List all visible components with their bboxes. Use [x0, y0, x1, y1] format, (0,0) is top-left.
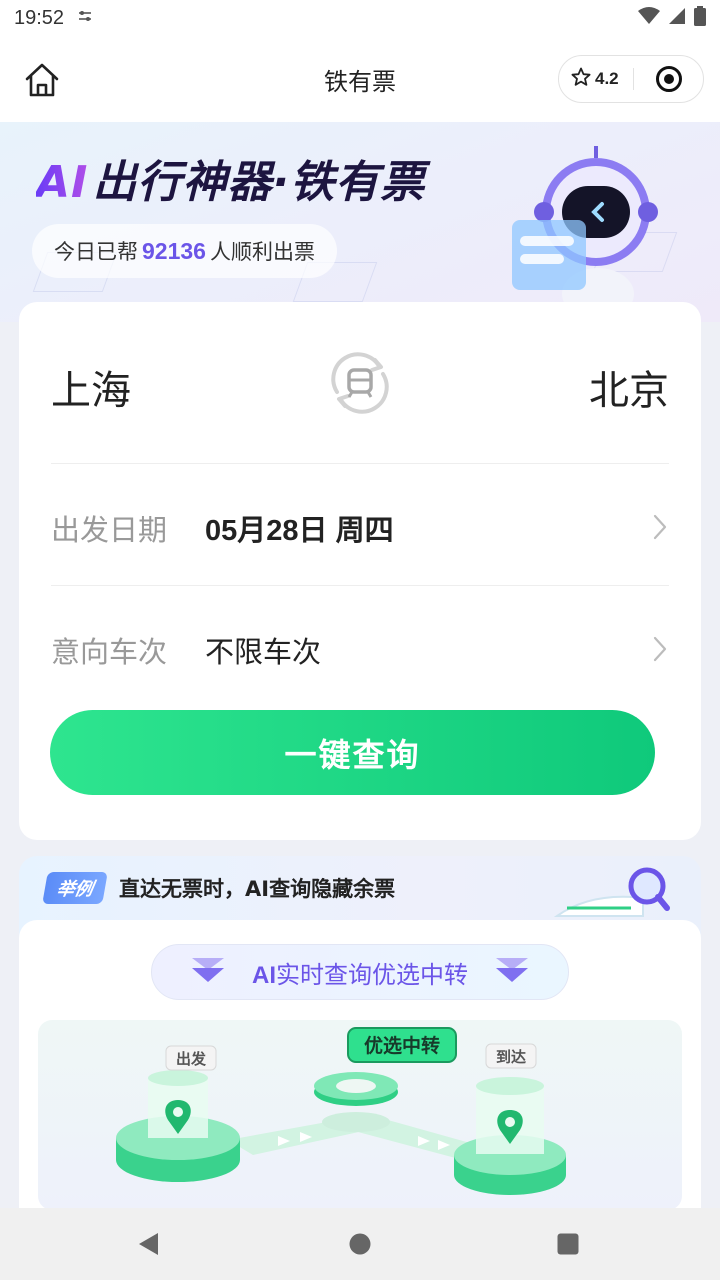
transfer-subtitle-text: 实时查询优选中转 [276, 960, 468, 989]
rating-button[interactable]: 4.2 [559, 67, 633, 92]
arrive-label: 到达 [496, 1048, 526, 1066]
settings-sliders-icon [78, 10, 92, 26]
system-nav-bar [0, 1208, 720, 1280]
transfer-label: 优选中转 [364, 1034, 440, 1057]
promo-content: AI实时查询优选中转 出发 优选中转 到达 [19, 920, 701, 1208]
train-value: 不限车次 [205, 635, 322, 669]
transfer-subtitle: AI实时查询优选中转 [252, 955, 468, 990]
chevron-right-icon [653, 514, 667, 544]
top-nav-bar: 铁有票 4.2 [0, 36, 720, 122]
help-count: 92136 [142, 237, 206, 264]
promo-section: 举例 直达无票时，AI查询隐藏余票 AI实时查询优选中转 出发 优选中转 到达 [19, 856, 701, 1208]
train-magnifier-icon [551, 864, 671, 924]
status-bar: 19:52 [0, 0, 720, 36]
hero-title: AI 出行神器·铁有票 [36, 146, 425, 210]
date-label: 出发日期 [51, 513, 168, 547]
star-icon [571, 67, 591, 92]
example-tag: 举例 [42, 872, 108, 904]
battery-icon [694, 5, 706, 31]
promo-header: 举例 直达无票时，AI查询隐藏余票 [42, 872, 396, 904]
transfer-subtitle-pill: AI实时查询优选中转 [151, 944, 569, 1000]
rating-value: 4.2 [595, 69, 619, 88]
transfer-illustration: 出发 优选中转 到达 [38, 1020, 682, 1208]
back-icon[interactable] [134, 1230, 162, 1258]
wifi-icon [638, 6, 660, 30]
transfer-subtitle-ai: AI [252, 961, 276, 989]
to-city[interactable]: 北京 [589, 358, 669, 416]
target-icon[interactable] [634, 65, 703, 93]
mini-program-capsule: 4.2 [558, 55, 704, 103]
help-prefix: 今日已帮 [54, 240, 138, 264]
station-row: 上海 北京 [51, 342, 669, 422]
chevron-right-icon [653, 636, 667, 666]
page-title: 铁有票 [324, 67, 396, 96]
arrow-down-icon [190, 956, 226, 988]
date-row[interactable]: 出发日期 05月28日 周四 [51, 488, 669, 568]
hero-banner: AI 出行神器·铁有票 今日已帮 92136 人顺利出票 [0, 122, 720, 322]
promo-headline: 直达无票时，AI查询隐藏余票 [119, 877, 396, 901]
divider [51, 463, 669, 464]
robot-mascot-icon [510, 142, 660, 322]
divider [51, 585, 669, 586]
depart-label: 出发 [176, 1050, 207, 1068]
train-row[interactable]: 意向车次 不限车次 [51, 610, 669, 690]
swap-stations-button[interactable] [325, 348, 395, 418]
arrow-down-icon [494, 956, 530, 988]
home-circle-icon[interactable] [346, 1230, 374, 1258]
home-icon[interactable] [22, 60, 62, 100]
help-count-pill: 今日已帮 92136 人顺利出票 [32, 224, 337, 278]
hero-title-ai: AI [36, 157, 89, 208]
date-value: 05月28日 周四 [205, 515, 394, 547]
query-button[interactable]: 一键查询 [50, 710, 655, 795]
help-suffix: 人顺利出票 [209, 240, 315, 264]
train-label: 意向车次 [51, 635, 168, 669]
from-city[interactable]: 上海 [51, 358, 131, 416]
signal-icon [668, 7, 686, 30]
status-time: 19:52 [14, 6, 65, 29]
hero-title-text: 出行神器·铁有票 [92, 157, 426, 208]
recents-icon[interactable] [554, 1230, 582, 1258]
search-card: 上海 北京 出发日期 05月28日 周四 意向车次 不限车次 一键查询 [19, 302, 701, 840]
